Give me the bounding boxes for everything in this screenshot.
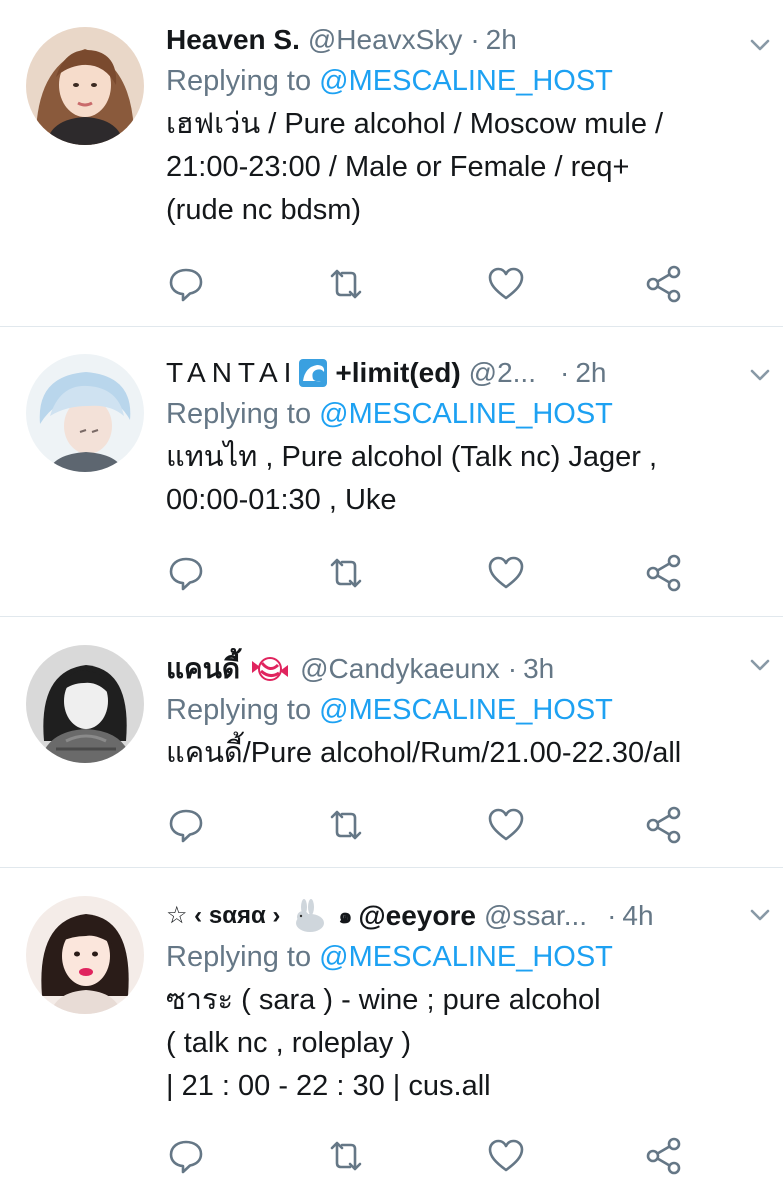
mention-link[interactable]: @MESCALINE_HOST (319, 941, 613, 973)
user-handle[interactable]: @ssar... (484, 896, 587, 936)
user-handle[interactable]: @Candykaeunx (300, 649, 500, 689)
tweet[interactable]: ☆ ‹ sαяα › ๑ @eeyore @ssar... · 4h Reply… (0, 868, 783, 1200)
replying-prefix: Replying to (166, 65, 320, 97)
separator-dot: · (470, 24, 480, 55)
candy-emoji (252, 657, 289, 681)
display-name[interactable]: @eeyore (358, 896, 476, 936)
rabbit-emoji (296, 899, 325, 932)
share-icon[interactable] (644, 553, 684, 593)
heart-icon[interactable] (486, 264, 526, 304)
tweet-actions (166, 264, 706, 304)
timestamp[interactable]: 2h (486, 20, 517, 60)
tweet-actions (166, 1136, 706, 1176)
reply-icon[interactable] (166, 264, 206, 304)
heart-icon[interactable] (486, 553, 526, 593)
heart-icon[interactable] (486, 1136, 526, 1176)
tweet-header: ☆ ‹ sαяα › ๑ @eeyore @ssar... · 4h (166, 896, 763, 936)
replying-to: Replying to @MESCALINE_HOST (166, 689, 763, 732)
reply-icon[interactable] (166, 1136, 206, 1176)
display-name-prefix[interactable]: ☆ ‹ sαяα › (166, 896, 280, 936)
avatar-photo (26, 27, 144, 145)
chevron-down-icon[interactable] (745, 360, 775, 390)
replying-prefix: Replying to (166, 941, 320, 973)
timestamp[interactable]: 4h (622, 896, 653, 936)
tweet-header: TANTAI +limit(ed) @2... · 2h (166, 353, 763, 393)
display-name[interactable]: แคนดี้ (166, 649, 240, 689)
share-icon[interactable] (644, 1136, 684, 1176)
tweet-text-line: | 21 : 00 - 22 : 30 | cus.all (166, 1070, 491, 1102)
tweet[interactable]: แคนดี้ @Candykaeunx · 3h Replying to @ME… (0, 617, 783, 868)
replying-prefix: Replying to (166, 694, 320, 726)
user-handle[interactable]: @HeavxSky (308, 20, 462, 60)
tweet-text: เฮฟเว่น / Pure alcohol / Moscow mule / 2… (166, 103, 763, 232)
tweet-text-line: ( talk nc , roleplay ) (166, 1027, 411, 1059)
spiral-emoji: ๑ (338, 903, 353, 928)
chevron-down-icon[interactable] (745, 30, 775, 60)
separator-dot: · (607, 900, 617, 931)
replying-to: Replying to @MESCALINE_HOST (166, 60, 763, 103)
retweet-icon[interactable] (326, 805, 366, 845)
avatar[interactable] (26, 27, 144, 145)
wave-emoji (299, 359, 328, 387)
tweet-text-line: แคนดี้/Pure alcohol/Rum/21.00-22.30/all (166, 737, 682, 769)
display-name[interactable]: Heaven S. (166, 20, 300, 60)
retweet-icon[interactable] (326, 264, 366, 304)
chevron-down-icon[interactable] (745, 650, 775, 680)
tweet-text: แคนดี้/Pure alcohol/Rum/21.00-22.30/all (166, 732, 763, 775)
tweet-text-line: 00:00-01:30 , Uke (166, 484, 397, 516)
tweet-actions (166, 805, 706, 845)
tweet-text-line: เฮฟเว่น / Pure alcohol / Moscow mule / (166, 108, 664, 140)
timestamp[interactable]: 2h (575, 353, 606, 393)
tweet[interactable]: Heaven S. @HeavxSky · 2h Replying to @ME… (0, 0, 783, 327)
tweet-actions (166, 553, 706, 593)
replying-to: Replying to @MESCALINE_HOST (166, 936, 763, 979)
timestamp[interactable]: 3h (523, 649, 554, 689)
reply-icon[interactable] (166, 805, 206, 845)
separator-dot: · (559, 357, 570, 388)
replying-to: Replying to @MESCALINE_HOST (166, 393, 763, 436)
display-name-text: TANTAI (166, 357, 298, 388)
separator-dot: · (507, 653, 518, 684)
tweet[interactable]: TANTAI +limit(ed) @2... · 2h Replying to… (0, 327, 783, 617)
tweet-text-line: (rude nc bdsm) (166, 194, 362, 226)
retweet-icon[interactable] (326, 553, 366, 593)
avatar-photo (26, 896, 144, 1014)
tweet-text-line: 21:00-23:00 / Male or Female / req+ (166, 151, 630, 183)
reply-icon[interactable] (166, 553, 206, 593)
avatar-photo (26, 645, 144, 763)
display-name-suffix[interactable]: +limit(ed) (335, 353, 460, 393)
user-handle[interactable]: @2... (469, 353, 536, 393)
tweet-text: แทนไท , Pure alcohol (Talk nc) Jager , 0… (166, 436, 763, 522)
avatar[interactable] (26, 645, 144, 763)
avatar[interactable] (26, 896, 144, 1014)
mention-link[interactable]: @MESCALINE_HOST (319, 65, 613, 97)
tweet-header: Heaven S. @HeavxSky · 2h (166, 20, 763, 60)
tweet-text-line: ซาระ ( sara ) - wine ; pure alcohol (166, 984, 601, 1016)
mention-link[interactable]: @MESCALINE_HOST (319, 398, 613, 430)
tweet-text: ซาระ ( sara ) - wine ; pure alcohol ( ta… (166, 979, 763, 1108)
tweet-text-line: แทนไท , Pure alcohol (Talk nc) Jager , (166, 441, 658, 473)
replying-prefix: Replying to (166, 398, 320, 430)
share-icon[interactable] (644, 805, 684, 845)
tweet-header: แคนดี้ @Candykaeunx · 3h (166, 649, 763, 689)
mention-link[interactable]: @MESCALINE_HOST (319, 694, 613, 726)
chevron-down-icon[interactable] (745, 900, 775, 930)
avatar[interactable] (26, 354, 144, 472)
share-icon[interactable] (644, 264, 684, 304)
heart-icon[interactable] (486, 805, 526, 845)
display-name[interactable]: TANTAI (166, 353, 297, 393)
retweet-icon[interactable] (326, 1136, 366, 1176)
avatar-photo (26, 354, 144, 472)
